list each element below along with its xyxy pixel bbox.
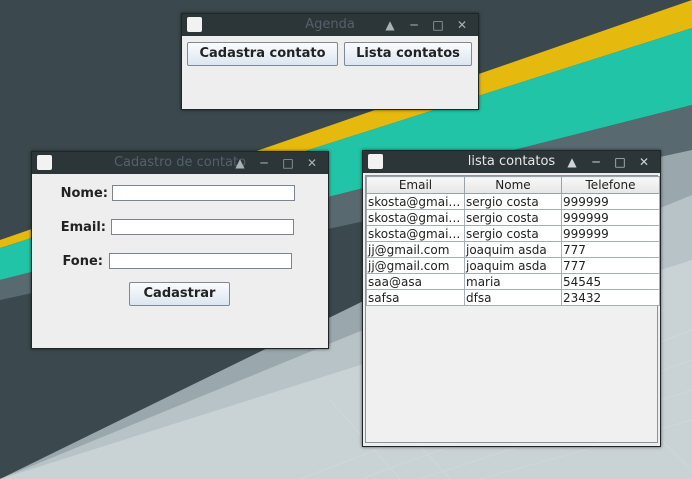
- cell-email[interactable]: safsa: [366, 289, 465, 306]
- cadastra-contato-button[interactable]: Cadastra contato: [187, 42, 338, 66]
- cell-telefone[interactable]: 999999: [561, 193, 660, 210]
- column-header-email[interactable]: Email: [366, 176, 465, 194]
- agenda-titlebar[interactable]: Agenda ▲ ─ □ ✕: [182, 14, 478, 36]
- cell-email[interactable]: skosta@gmail...: [366, 225, 465, 242]
- cadastro-window: Cadastro de contato ▲ ─ □ ✕ Nome: Email:…: [31, 151, 329, 349]
- table-row[interactable]: jj@gmail.com joaquim asda 777: [366, 257, 660, 274]
- column-header-telefone[interactable]: Telefone: [561, 176, 660, 194]
- java-app-icon: [37, 155, 52, 170]
- maximize-icon[interactable]: □: [428, 17, 448, 33]
- cell-nome[interactable]: joaquim asda: [464, 257, 562, 274]
- close-icon[interactable]: ✕: [452, 17, 472, 33]
- minimize-icon[interactable]: ─: [404, 17, 424, 33]
- fone-field[interactable]: [109, 253, 292, 269]
- nome-label: Nome:: [60, 186, 108, 201]
- cell-telefone[interactable]: 999999: [561, 225, 660, 242]
- contacts-table: Email Nome Telefone skosta@gmail... serg…: [366, 176, 660, 306]
- fone-label: Fone:: [62, 254, 103, 269]
- table-row[interactable]: saa@asa maria 54545: [366, 273, 660, 290]
- cadastrar-button[interactable]: Cadastrar: [129, 282, 230, 306]
- cell-email[interactable]: skosta@gmail...: [366, 209, 465, 226]
- table-row[interactable]: safsa dfsa 23432: [366, 289, 660, 306]
- shade-icon[interactable]: ▲: [230, 155, 250, 171]
- email-label: Email:: [60, 220, 106, 235]
- nome-field[interactable]: [112, 185, 295, 201]
- table-row[interactable]: jj@gmail.com joaquim asda 777: [366, 241, 660, 258]
- cell-email[interactable]: skosta@gmail...: [366, 193, 465, 210]
- cell-telefone[interactable]: 777: [561, 241, 660, 258]
- java-app-icon: [187, 17, 202, 32]
- cell-nome[interactable]: sergio costa: [464, 225, 562, 242]
- lista-titlebar[interactable]: lista contatos ▲ ─ □ ✕: [363, 151, 660, 173]
- lista-contatos-button[interactable]: Lista contatos: [344, 42, 472, 66]
- contacts-table-scrollpane[interactable]: Email Nome Telefone skosta@gmail... serg…: [365, 175, 660, 443]
- agenda-window: Agenda ▲ ─ □ ✕ Cadastra contato Lista co…: [181, 13, 479, 110]
- cell-nome[interactable]: sergio costa: [464, 209, 562, 226]
- cell-telefone[interactable]: 999999: [561, 209, 660, 226]
- cell-email[interactable]: jj@gmail.com: [366, 241, 465, 258]
- close-icon[interactable]: ✕: [634, 154, 654, 170]
- cell-nome[interactable]: sergio costa: [464, 193, 562, 210]
- cadastro-titlebar[interactable]: Cadastro de contato ▲ ─ □ ✕: [32, 152, 328, 174]
- minimize-icon[interactable]: ─: [586, 154, 606, 170]
- cell-telefone[interactable]: 23432: [561, 289, 660, 306]
- java-app-icon: [368, 154, 383, 169]
- cell-telefone[interactable]: 777: [561, 257, 660, 274]
- lista-contatos-window: lista contatos ▲ ─ □ ✕ Email Nome Telefo…: [362, 150, 661, 447]
- shade-icon[interactable]: ▲: [380, 17, 400, 33]
- table-header-row: Email Nome Telefone: [366, 176, 660, 194]
- cell-email[interactable]: jj@gmail.com: [366, 257, 465, 274]
- table-row[interactable]: skosta@gmail... sergio costa 999999: [366, 225, 660, 242]
- cell-nome[interactable]: maria: [464, 273, 562, 290]
- cell-nome[interactable]: joaquim asda: [464, 241, 562, 258]
- shade-icon[interactable]: ▲: [562, 154, 582, 170]
- email-field[interactable]: [111, 219, 294, 235]
- column-header-nome[interactable]: Nome: [464, 176, 562, 194]
- minimize-icon[interactable]: ─: [254, 155, 274, 171]
- cell-email[interactable]: saa@asa: [366, 273, 465, 290]
- maximize-icon[interactable]: □: [278, 155, 298, 171]
- cell-nome[interactable]: dfsa: [464, 289, 562, 306]
- close-icon[interactable]: ✕: [302, 155, 322, 171]
- table-row[interactable]: skosta@gmail... sergio costa 999999: [366, 209, 660, 226]
- maximize-icon[interactable]: □: [610, 154, 630, 170]
- table-row[interactable]: skosta@gmail... sergio costa 999999: [366, 193, 660, 210]
- cell-telefone[interactable]: 54545: [561, 273, 660, 290]
